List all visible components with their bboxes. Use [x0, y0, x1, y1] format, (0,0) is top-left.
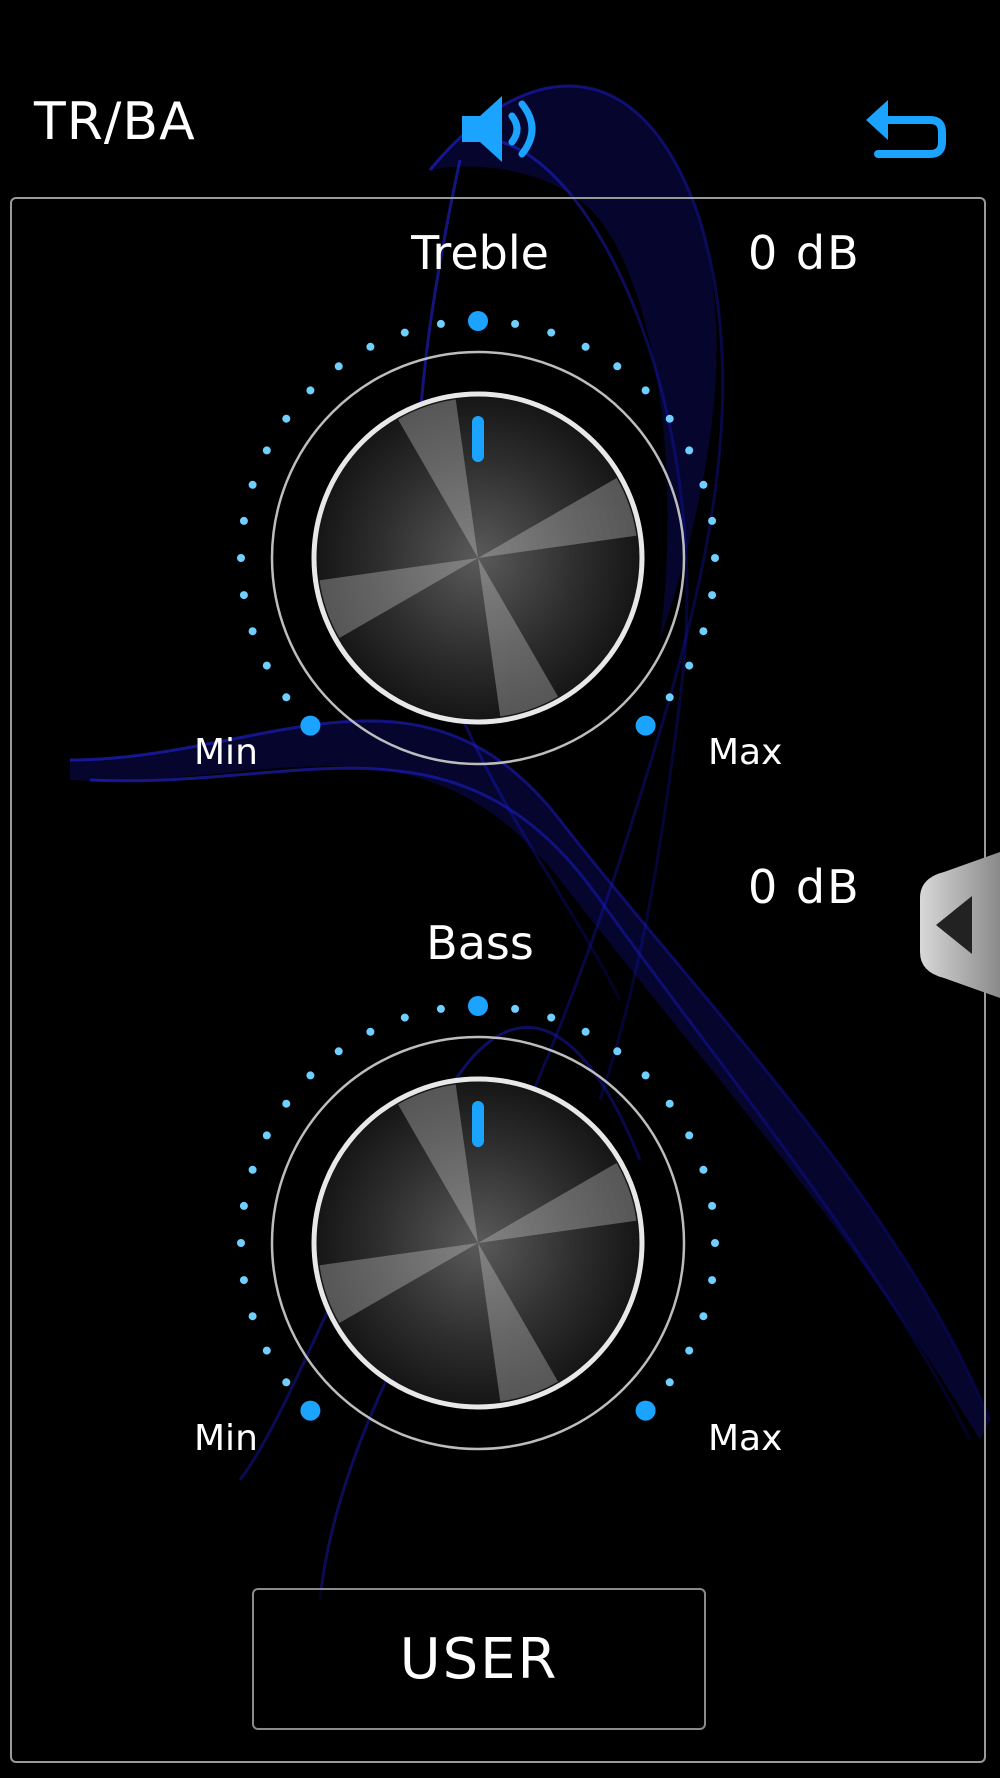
knob-scale-dot: [665, 1378, 674, 1387]
knob-scale-dot: [641, 1071, 650, 1080]
knob-scale-dot: [262, 1346, 271, 1355]
knob-scale-dot: [239, 1276, 248, 1285]
knob-scale-dot: [665, 693, 674, 702]
knob-indicator: [472, 1101, 484, 1147]
knob-scale-dot: [685, 661, 694, 670]
knob-scale-dot: [239, 591, 248, 600]
knob-scale-dot: [334, 362, 343, 371]
knob-scale-dot: [248, 1165, 257, 1174]
knob-scale-dot: [699, 627, 708, 636]
knob-scale-dot: [306, 1071, 315, 1080]
knob-scale-dot: [708, 1201, 717, 1210]
knob-scale-dot: [334, 1047, 343, 1056]
knob-scale-dot: [699, 1165, 708, 1174]
knob-scale-dot: [400, 1013, 409, 1022]
knob-scale-marker: [468, 311, 488, 331]
knob-scale-dot: [239, 1201, 248, 1210]
treble-max-label: Max: [708, 732, 783, 773]
knob-scale-dot: [665, 1099, 674, 1108]
knob-scale-dot: [665, 414, 674, 423]
knob-scale-dot: [239, 516, 248, 525]
knob-scale-dot: [711, 1239, 719, 1247]
knob-scale-dot: [685, 1346, 694, 1355]
knob-scale-dot: [262, 661, 271, 670]
knob-scale-marker: [468, 996, 488, 1016]
knob-scale-dot: [262, 446, 271, 455]
knob-scale-dot: [262, 1131, 271, 1140]
knob-scale-dot: [699, 1312, 708, 1321]
bass-knob[interactable]: [228, 993, 728, 1493]
knob-scale-dot: [282, 1099, 291, 1108]
knob-scale-dot: [436, 319, 445, 328]
knob-scale-dot: [248, 480, 257, 489]
bass-value: 0 dB: [748, 860, 861, 914]
knob-scale-dot: [641, 386, 650, 395]
tr-ba-screen: TR/BA Treble 0 dB Min Max 0 dB Bass Min …: [0, 0, 1000, 1778]
knob-scale-dot: [547, 328, 556, 337]
knob-scale-dot: [708, 1276, 717, 1285]
treble-knob[interactable]: [228, 308, 728, 808]
knob-scale-dot: [685, 1131, 694, 1140]
knob-scale-dot: [248, 627, 257, 636]
speaker-volume-icon[interactable]: [458, 90, 544, 168]
bass-label: Bass: [426, 916, 534, 970]
knob-scale-dot: [511, 1004, 520, 1013]
knob-scale-dot: [366, 342, 375, 351]
knob-scale-marker: [300, 715, 321, 736]
knob-scale-dot: [237, 1239, 245, 1247]
knob-scale-dot: [699, 480, 708, 489]
user-preset-button[interactable]: USER: [252, 1588, 706, 1730]
knob-scale-dot: [306, 386, 315, 395]
back-arrow-icon[interactable]: [862, 92, 946, 158]
knob-scale-dot: [708, 591, 717, 600]
treble-value: 0 dB: [748, 226, 861, 280]
knob-scale-dot: [547, 1013, 556, 1022]
knob-scale-dot: [282, 693, 291, 702]
knob-scale-dot: [400, 328, 409, 337]
knob-scale-dot: [581, 1027, 590, 1036]
bass-max-label: Max: [708, 1418, 783, 1459]
knob-scale-dot: [282, 1378, 291, 1387]
bass-min-label: Min: [194, 1418, 258, 1459]
knob-scale-marker: [635, 1400, 656, 1421]
knob-scale-dot: [711, 554, 719, 562]
knob-scale-dot: [685, 446, 694, 455]
knob-scale-dot: [436, 1004, 445, 1013]
page-title: TR/BA: [34, 92, 196, 152]
knob-scale-dot: [237, 554, 245, 562]
knob-scale-dot: [613, 362, 622, 371]
knob-scale-marker: [300, 1400, 321, 1421]
side-drawer-tab[interactable]: [914, 852, 1000, 998]
knob-scale-dot: [282, 414, 291, 423]
treble-min-label: Min: [194, 732, 258, 773]
knob-indicator: [472, 416, 484, 462]
knob-scale-dot: [613, 1047, 622, 1056]
knob-scale-dot: [581, 342, 590, 351]
knob-scale-dot: [366, 1027, 375, 1036]
knob-scale-dot: [248, 1312, 257, 1321]
treble-label: Treble: [411, 226, 549, 280]
knob-scale-marker: [635, 715, 656, 736]
knob-scale-dot: [708, 516, 717, 525]
knob-scale-dot: [511, 319, 520, 328]
